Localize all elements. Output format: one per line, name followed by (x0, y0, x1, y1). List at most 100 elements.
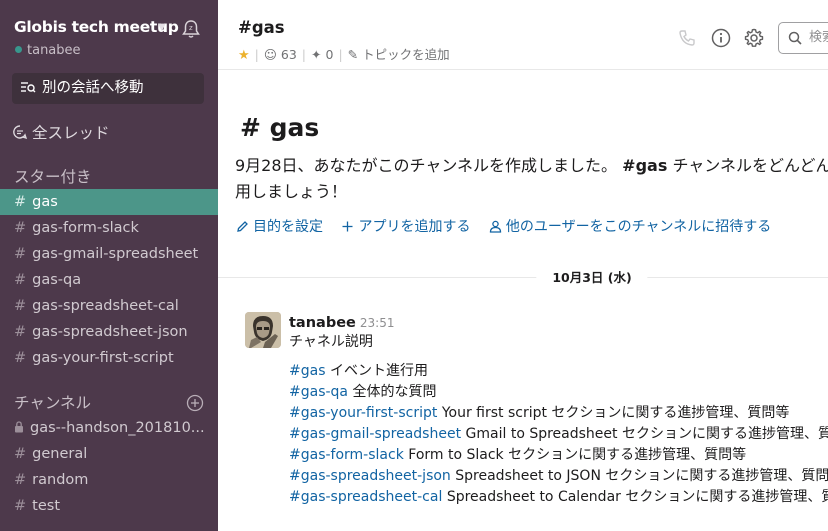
message-line: #gas-gmail-spreadsheet Gmail to Spreadsh… (289, 424, 828, 445)
message-line-text: イベント進行用 (329, 363, 428, 379)
hash-icon: # (14, 498, 27, 514)
avatar[interactable] (245, 312, 281, 348)
intro-channel-name[interactable]: #gas (622, 156, 667, 175)
sidebar-channel-gas-spreadsheet-json[interactable]: # gas-spreadsheet-json (0, 319, 218, 345)
date-divider[interactable]: 10月3日 (水) (536, 269, 648, 287)
channel-title[interactable]: #gas (238, 18, 285, 37)
member-icon[interactable]: ☺ (264, 47, 277, 62)
date-divider-line (218, 277, 828, 278)
channel-name: gas-your-first-script (32, 350, 174, 366)
user-icon (489, 220, 502, 233)
channel-meta: ★ | ☺ 63 | ✦ 0 | ✎ トピックを追加 (238, 47, 450, 63)
phone-icon[interactable] (676, 27, 698, 49)
svg-text:z: z (189, 24, 193, 32)
search-placeholder: 検索 (809, 30, 828, 45)
jump-to-button[interactable]: 別の会話へ移動 (12, 73, 204, 104)
channel-link[interactable]: #gas-form-slack (289, 447, 404, 463)
channel-link[interactable]: #gas-qa (289, 384, 348, 400)
message-line: #gas-your-first-script Your first script… (289, 403, 828, 424)
sidebar-channel-gas-qa[interactable]: # gas-qa (0, 267, 218, 293)
channel-name: gas-gmail-spreadsheet (32, 246, 199, 262)
invite-label: 他のユーザーをこのチャンネルに招待する (505, 219, 772, 235)
hash-icon: # (14, 272, 27, 288)
jump-icon (21, 82, 36, 93)
pencil-icon[interactable]: ✎ (348, 47, 358, 62)
current-user: tanabee (14, 43, 81, 58)
intro-text-before: 9月28日、あなたがこのチャンネルを作成しました。 (235, 156, 618, 175)
channel-name: random (32, 472, 89, 488)
channel-link[interactable]: #gas (289, 363, 326, 379)
threads-icon (13, 124, 28, 139)
channel-link[interactable]: #gas-gmail-spreadsheet (289, 426, 461, 442)
workspace-header[interactable]: Globis tech meetup ▼ z tanabee (14, 14, 204, 64)
member-count[interactable]: 63 (281, 47, 297, 62)
channel-header: #gas ★|☺ 63|✦ 0|✎ トピックを追加 検索 (218, 0, 828, 70)
pin-count[interactable]: 0 (325, 47, 333, 62)
invite-link[interactable]: 他のユーザーをこのチャンネルに招待する (489, 219, 771, 235)
search-input[interactable]: 検索 (778, 22, 828, 54)
lock-icon (15, 421, 23, 433)
message-line-text: Spreadsheet to JSON セクションに関する進捗管理、質問等 (455, 468, 828, 484)
star-icon[interactable]: ★ (238, 48, 250, 63)
add-topic-link[interactable]: トピックを追加 (362, 47, 450, 62)
channel-link[interactable]: #gas-spreadsheet-json (289, 468, 451, 484)
message-line-text: Form to Slack セクションに関する進捗管理、質問等 (408, 447, 747, 463)
chevron-down-icon[interactable]: ▼ (158, 22, 166, 33)
channel-name: gas--handson_201810... (30, 420, 205, 436)
sidebar-channel-gas-form-slack[interactable]: # gas-form-slack (0, 215, 218, 241)
message-line: #gas-form-slack Form to Slack セクションに関する進… (289, 445, 828, 466)
set-purpose-link[interactable]: 目的を設定 (236, 219, 323, 235)
sidebar-channel-gas-spreadsheet-cal[interactable]: # gas-spreadsheet-cal (0, 293, 218, 319)
add-app-link[interactable]: アプリを追加する (341, 219, 470, 235)
message-header: tanabee 23:51 (289, 312, 828, 331)
sidebar-channel-test[interactable]: # test (0, 493, 218, 519)
sidebar-channel-gas-gmail-spreadsheet[interactable]: # gas-gmail-spreadsheet (0, 241, 218, 267)
message-line-text: 全体的な質問 (352, 384, 437, 400)
sidebar-channel-random[interactable]: # random (0, 467, 218, 493)
channel-name: gas-form-slack (32, 220, 139, 236)
sidebar: Globis tech meetup ▼ z tanabee 別の会話へ移動 全… (0, 0, 218, 531)
add-app-label: アプリを追加する (358, 219, 471, 235)
message-title: チャネル説明 (289, 334, 373, 350)
channel-link[interactable]: #gas-your-first-script (289, 405, 437, 421)
sidebar-channel-gas--handson_201810[interactable]: gas--handson_201810... (0, 415, 218, 441)
channel-name: gas-qa (32, 272, 82, 288)
sidebar-channel-gas[interactable]: # gas (0, 189, 218, 215)
pin-icon[interactable]: ✦ (311, 47, 321, 62)
intro-actions: 目的を設定 アプリを追加する 他のユーザーをこのチャンネルに招待する (236, 216, 785, 236)
pencil-icon (237, 220, 248, 232)
message-line-text: Your first script セクションに関する進捗管理、質問等 (441, 405, 790, 421)
channel-link[interactable]: #gas-spreadsheet-cal (289, 489, 442, 505)
channels-section-title[interactable]: チャンネル (14, 391, 91, 413)
avatar-image (245, 312, 281, 348)
message-line: #gas-qa 全体的な質問 (289, 382, 828, 403)
hash-icon: # (14, 298, 27, 314)
all-threads-label: 全スレッド (32, 124, 110, 142)
channel-name: gas (32, 194, 58, 210)
message-lines: #gas イベント進行用 #gas-qa 全体的な質問 #gas-your-firs… (289, 361, 828, 508)
bell-icon[interactable]: z (180, 18, 202, 40)
info-icon[interactable] (710, 27, 732, 49)
channel-name: test (32, 498, 61, 514)
hash-icon: # (14, 446, 27, 462)
presence-dot (14, 45, 23, 54)
sidebar-channel-gas-your-first-script[interactable]: # gas-your-first-script (0, 345, 218, 371)
channel-name: gas-spreadsheet-json (32, 324, 188, 340)
hash-icon: # (14, 350, 27, 366)
message-author[interactable]: tanabee (289, 315, 356, 331)
channel-intro-text: 9月28日、あなたがこのチャンネルを作成しました。 #gas チャンネルをどんど… (235, 153, 828, 205)
gear-icon[interactable] (743, 27, 765, 49)
all-threads-item[interactable]: 全スレッド (12, 121, 110, 143)
channel-name: general (32, 446, 88, 462)
message-pane: # gas 9月28日、あなたがこのチャンネルを作成しました。 #gas チャン… (218, 71, 828, 531)
message-time[interactable]: 23:51 (360, 316, 395, 330)
starred-section-title[interactable]: スター付き (14, 165, 92, 187)
workspace-name[interactable]: Globis tech meetup (14, 18, 179, 36)
sidebar-channel-general[interactable]: # general (0, 441, 218, 467)
set-purpose-label: 目的を設定 (253, 219, 323, 235)
channel-name: gas-spreadsheet-cal (32, 298, 179, 314)
message-line-text: Spreadsheet to Calendar セクションに関する進捗管理、質問… (446, 489, 828, 505)
plus-icon (342, 221, 353, 231)
jump-to-label: 別の会話へ移動 (42, 80, 144, 96)
add-channel-icon[interactable] (186, 394, 204, 412)
